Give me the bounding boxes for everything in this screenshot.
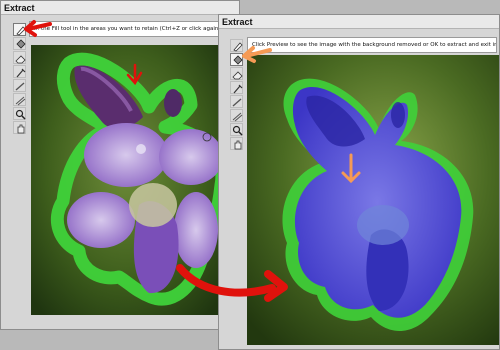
edge-touchup-icon (232, 112, 243, 122)
instruction-bar: ... the Fill tool in the areas you want … (29, 21, 225, 37)
cleanup-tool[interactable] (13, 79, 26, 92)
zoom-tool[interactable] (13, 107, 26, 120)
image-preview-left[interactable] (31, 45, 221, 315)
eraser-tool[interactable] (230, 67, 243, 80)
instruction-bar: Click Preview to see the image with the … (247, 37, 497, 53)
zoom-icon (15, 109, 26, 120)
eyedropper-icon (233, 84, 243, 94)
image-preview-right[interactable] (247, 55, 499, 345)
paint-bucket-icon (16, 39, 26, 49)
highlighter-icon (16, 26, 26, 36)
eraser-icon (232, 71, 243, 80)
window-title: Extract (1, 1, 239, 15)
eyedropper-tool[interactable] (13, 65, 26, 78)
cleanup-tool[interactable] (230, 95, 243, 108)
fill-tool[interactable] (13, 37, 26, 50)
zoom-tool[interactable] (230, 123, 243, 136)
edge-highlighter-tool[interactable] (230, 39, 243, 52)
extract-window-left: Extract ... the Fill tool in the areas y… (0, 0, 240, 330)
window-title: Extract (219, 15, 499, 29)
toolbar (12, 23, 29, 135)
extract-window-right: Extract Click Preview to see the image w… (218, 14, 500, 350)
toolbar (229, 39, 246, 151)
eyedropper-tool[interactable] (230, 81, 243, 94)
eraser-icon (15, 55, 26, 64)
edge-touchup-tool[interactable] (230, 109, 243, 122)
cleanup-icon (15, 82, 25, 91)
eraser-tool[interactable] (13, 51, 26, 64)
cleanup-icon (232, 98, 242, 107)
hand-icon (17, 124, 25, 134)
highlighter-icon (233, 42, 243, 52)
edge-touchup-icon (15, 96, 26, 106)
paint-bucket-icon (233, 55, 243, 65)
eyedropper-icon (16, 68, 26, 78)
edge-highlighter-tool[interactable] (13, 23, 26, 36)
zoom-icon (232, 125, 243, 136)
hand-icon (234, 140, 242, 150)
fill-tool[interactable] (230, 53, 243, 66)
edge-touchup-tool[interactable] (13, 93, 26, 106)
hand-tool[interactable] (13, 121, 26, 134)
hand-tool[interactable] (230, 137, 243, 150)
